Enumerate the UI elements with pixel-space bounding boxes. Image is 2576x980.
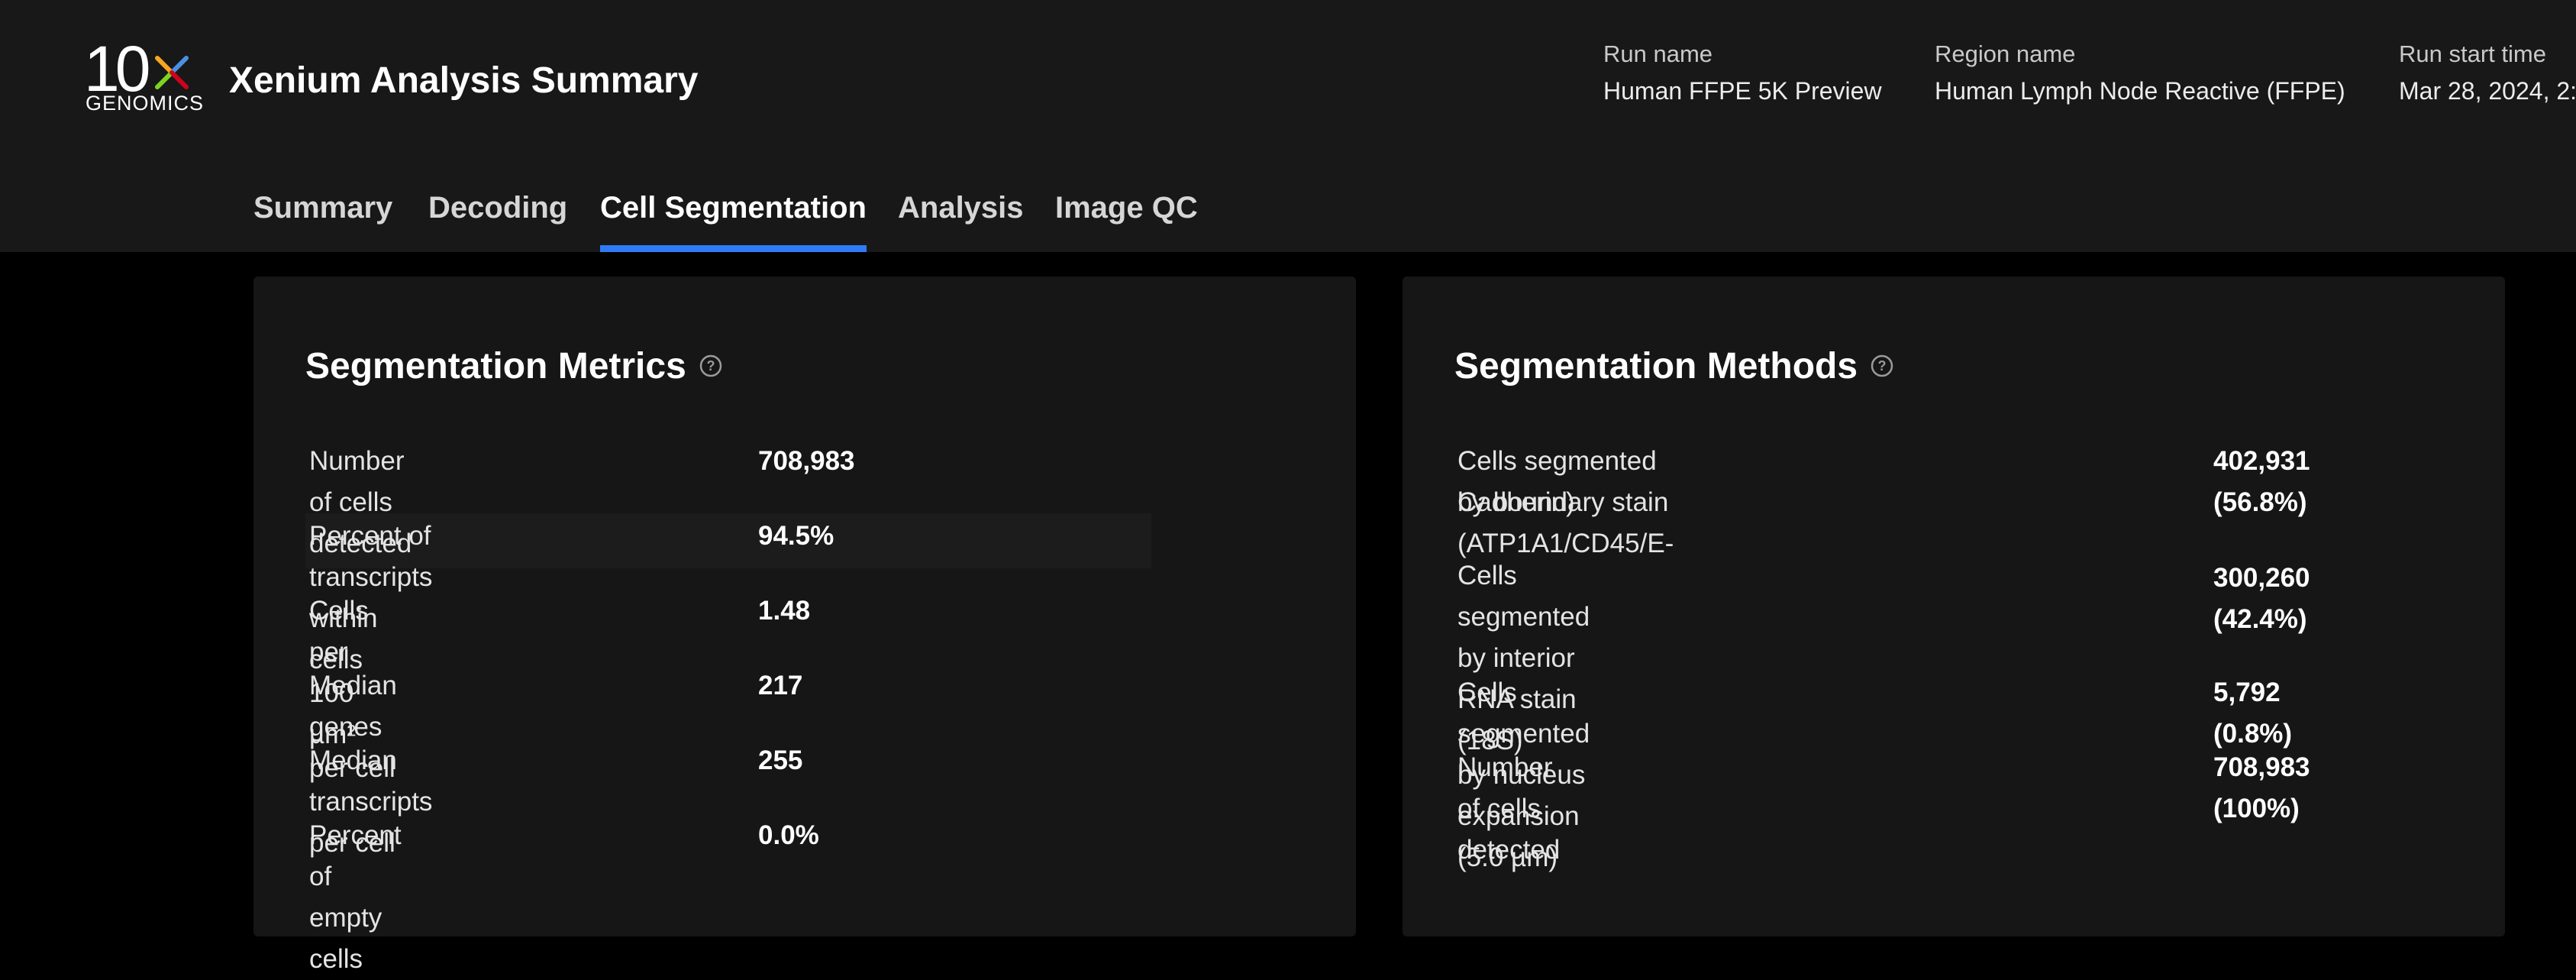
run-name-meta: Run name Human FFPE 5K Preview [1603, 40, 1882, 105]
segmentation-methods-title-text: Segmentation Methods [1454, 346, 1858, 387]
method-value-pct: (56.8%) [2213, 487, 2307, 517]
app-title: Xenium Analysis Summary [229, 60, 699, 101]
segmentation-metrics-title: Segmentation Metrics? [305, 345, 723, 387]
metric-value: 1.48 [758, 596, 811, 626]
tab-summary[interactable]: Summary [253, 191, 392, 252]
active-tab-indicator [600, 245, 867, 252]
metric-value: 94.5% [758, 521, 834, 551]
run-start-meta: Run start time Mar 28, 2024, 2: [2399, 40, 2576, 105]
method-value: 300,260 [2213, 563, 2310, 593]
logo-x-glyph [155, 56, 189, 89]
metric-value: 708,983 [758, 446, 855, 476]
region-name-value: Human Lymph Node Reactive (FFPE) [1935, 77, 2345, 105]
method-value: 5,792 (0.8%) [2213, 678, 2293, 749]
svg-text:?: ? [1878, 358, 1887, 374]
svg-text:?: ? [706, 358, 715, 374]
segmentation-metrics-title-text: Segmentation Metrics [305, 346, 686, 387]
method-value-pct: (100%) [2213, 794, 2300, 823]
tab-analysis[interactable]: Analysis [898, 191, 1024, 252]
tab-decoding[interactable]: Decoding [428, 191, 567, 252]
run-start-value: Mar 28, 2024, 2: [2399, 77, 2576, 105]
method-value: 402,931 [2213, 446, 2310, 476]
10x-genomics-logo[interactable]: 10 GENOMICS [84, 37, 203, 115]
tab-cell-segmentation-label: Cell Segmentation [600, 191, 867, 225]
segmentation-metrics-card: Segmentation Metrics? Number of cells de… [253, 277, 1356, 974]
metric-value: 255 [758, 746, 803, 775]
help-icon[interactable]: ? [1870, 345, 1894, 387]
tab-image-qc[interactable]: Image QC [1055, 191, 1198, 252]
help-icon[interactable]: ? [699, 345, 723, 387]
metric-value: 0.0% [758, 820, 819, 850]
segmentation-methods-title: Segmentation Methods? [1454, 345, 1894, 387]
logo-wordmark: GENOMICS [86, 92, 205, 115]
method-label: Number of cells detected [1457, 752, 1561, 865]
metric-value: 217 [758, 671, 803, 700]
method-value: 708,983 [2213, 752, 2310, 782]
top-header: 10 GENOMICS Xenium Analysis Summary Run … [0, 0, 2576, 252]
run-name-value: Human FFPE 5K Preview [1603, 77, 1882, 105]
tab-cell-segmentation[interactable]: Cell Segmentation [600, 191, 867, 252]
run-name-label: Run name [1603, 40, 1713, 67]
region-name-label: Region name [1935, 40, 2076, 67]
segmentation-methods-card: Segmentation Methods? Cells segmented by… [1403, 277, 2505, 936]
run-start-label: Run start time [2399, 40, 2546, 67]
method-value-pct: (42.4%) [2213, 604, 2307, 634]
metric-label: Percent of empty cells [309, 820, 402, 974]
region-name-meta: Region name Human Lymph Node Reactive (F… [1935, 40, 2345, 105]
method-label-cont: Cadherin) [1457, 487, 1575, 517]
